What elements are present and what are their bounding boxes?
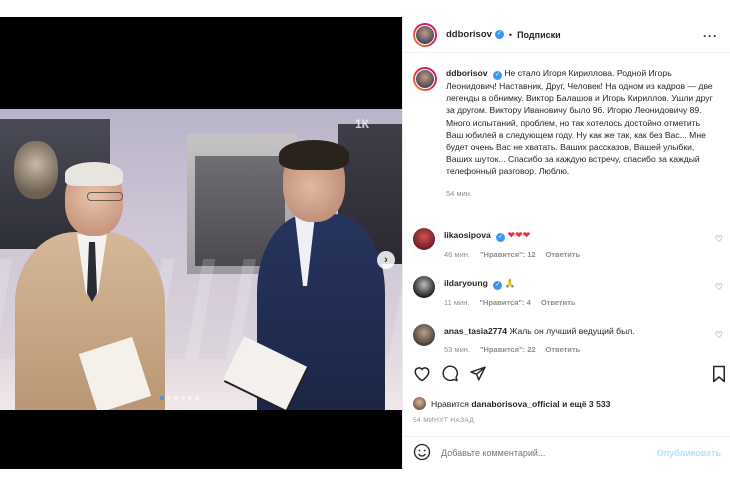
liker-username[interactable]: danaborisova_official [471,399,559,409]
commenter-username[interactable]: anas_tasia2774 [444,326,507,336]
following-button[interactable]: Подписки [517,30,561,40]
post-sidebar: ddborisov ✓ • Подписки ··· ddborisov ✓ Н… [402,17,730,469]
more-horizontal-icon[interactable]: ··· [703,29,718,43]
caption-username[interactable]: ddborisov [446,68,488,78]
commenter-avatar[interactable] [413,324,435,346]
comment-item: anas_tasia2774 Жаль он лучший ведущий бы… [413,324,727,354]
post-media[interactable]: 1К › [0,17,402,469]
carousel-dots [160,396,199,400]
person-right [223,140,385,410]
caption-text: Не стало Игоря Кириллова. Родной Игорь Л… [446,68,713,177]
verified-icon: ✓ [494,30,504,39]
emoji-icon[interactable] [413,443,431,463]
likes-prefix: Нравится [431,398,469,409]
bookmark-icon[interactable] [711,365,727,385]
heart-outline-icon[interactable]: ♡ [715,234,723,245]
commenter-username[interactable]: likaosipova [444,230,491,240]
comment-likes[interactable]: "Нравится": 22 [480,345,536,354]
publish-button[interactable]: Опубликовать [657,448,721,458]
share-plane-icon[interactable] [469,365,487,384]
comment-time[interactable]: 11 мин. [444,298,469,307]
carousel-dot [160,396,164,400]
comment-input[interactable] [441,448,657,458]
comment-text: Жаль он лучший ведущий был. [509,326,635,336]
carousel-dot [167,396,171,400]
likes-count[interactable]: и ещё 3 533 [562,399,610,409]
person-left [15,162,165,410]
commenter-avatar[interactable] [413,228,435,250]
post-container: 1К › ddborisov ✓ • Подписки ··· ddboriso… [0,17,730,469]
separator-dot: • [508,29,513,40]
add-comment-bar: Опубликовать [403,436,730,469]
reply-button[interactable]: Ответить [546,345,581,354]
carousel-dot [188,396,192,400]
like-heart-icon[interactable] [413,365,431,384]
verified-icon: ✓ [493,281,503,290]
comment-text: 🙏 [504,278,516,288]
comment-time[interactable]: 46 мин. [444,250,470,259]
heart-outline-icon[interactable]: ♡ [715,330,723,341]
video-frame: 1К [0,109,402,410]
chevron-right-icon[interactable]: › [377,251,395,269]
heart-outline-icon[interactable]: ♡ [715,282,723,293]
comment-item: likaosipova ✓ ❤❤❤ 46 мин. "Нравится": 12… [413,228,727,259]
channel-logo: 1К [355,117,369,131]
caption-time[interactable]: 54 мин. [446,188,714,200]
comment-time[interactable]: 53 мин. [444,345,470,354]
carousel-dot [181,396,185,400]
post-caption: ddborisov ✓ Не стало Игоря Кириллова. Ро… [403,53,730,200]
commenter-username[interactable]: ildaryoung [444,278,488,288]
verified-icon: ✓ [496,233,506,242]
verified-icon: ✓ [492,71,502,80]
comment-item: ildaryoung ✓ 🙏 11 мин. "Нравится": 4 Отв… [413,276,727,307]
comment-text: ❤❤❤ [507,230,531,240]
likes-summary: Нравится danaborisova_official и ещё 3 5… [413,397,610,410]
carousel-dot [195,396,199,400]
caption-avatar[interactable] [413,67,437,91]
action-bar [413,365,727,387]
post-header: ddborisov ✓ • Подписки ··· [403,17,730,53]
comment-likes[interactable]: "Нравится": 12 [480,250,536,259]
carousel-dot [174,396,178,400]
author-avatar[interactable] [413,22,437,47]
reply-button[interactable]: Ответить [541,298,576,307]
commenter-avatar[interactable] [413,276,435,298]
reply-button[interactable]: Ответить [546,250,581,259]
posted-time[interactable]: 54 МИНУТ НАЗАД [413,417,474,424]
liker-avatar[interactable] [413,397,426,410]
comment-bubble-icon[interactable] [441,365,459,384]
author-username[interactable]: ddborisov [446,29,492,40]
comment-likes[interactable]: "Нравится": 4 [479,298,530,307]
